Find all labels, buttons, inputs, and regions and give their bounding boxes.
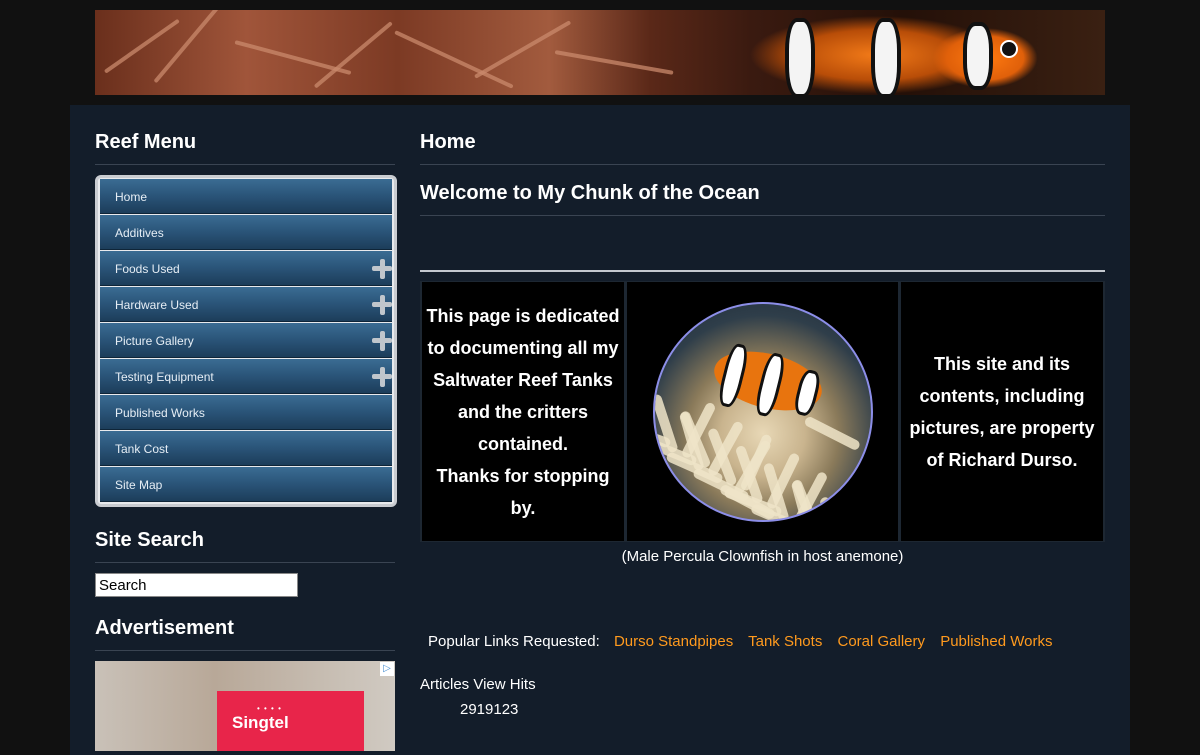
clownfish-photo xyxy=(652,301,873,522)
menu-item-home[interactable]: Home xyxy=(100,179,392,214)
intro-text: This page is dedicated to documenting al… xyxy=(426,305,620,454)
menu-item-label: Hardware Used xyxy=(115,298,199,312)
popular-links-label: Popular Links Requested: xyxy=(428,633,600,650)
image-caption: (Male Percula Clownfish in host anemone) xyxy=(621,548,904,565)
advertisement-title: Advertisement xyxy=(95,597,395,651)
divider xyxy=(420,270,1105,272)
menu-item-label: Additives xyxy=(115,226,164,240)
menu-item-label: Testing Equipment xyxy=(115,370,214,384)
thanks-text: Thanks for stopping by. xyxy=(436,465,610,518)
copyright-text-cell: This site and its contents, including pi… xyxy=(901,282,1103,541)
menu-item-additives[interactable]: Additives xyxy=(100,215,392,250)
ad-brand-logo: Singtel xyxy=(232,713,289,732)
link-published-works[interactable]: Published Works xyxy=(940,633,1052,650)
menu-item-label: Home xyxy=(115,190,148,204)
hits-label: Articles View Hits xyxy=(420,676,536,693)
clownfish-icon xyxy=(707,340,828,421)
popular-links: Popular Links Requested: Durso Standpipe… xyxy=(420,633,1105,650)
article-title: Welcome to My Chunk of the Ocean xyxy=(420,165,1105,216)
main-content: Home Welcome to My Chunk of the Ocean Th… xyxy=(420,105,1105,718)
ad-card[interactable]: • • • • Singtel xyxy=(217,691,364,751)
expand-plus-icon[interactable] xyxy=(372,259,392,279)
fish-image-cell xyxy=(627,282,898,541)
feature-table: This page is dedicated to documenting al… xyxy=(420,281,1105,542)
adchoices-icon[interactable]: ▷ xyxy=(380,662,394,676)
expand-plus-icon[interactable] xyxy=(372,331,392,351)
search-input[interactable] xyxy=(95,573,298,597)
menu-item-picture-gallery[interactable]: Picture Gallery xyxy=(100,323,392,358)
menu-item-label: Picture Gallery xyxy=(115,334,194,348)
menu-item-label: Site Map xyxy=(115,478,163,492)
hits-counter: 2919123 xyxy=(460,701,519,718)
ad-logo-dots: • • • • xyxy=(257,704,282,713)
link-tank-shots[interactable]: Tank Shots xyxy=(748,633,822,650)
menu-item-label: Foods Used xyxy=(115,262,180,276)
menu-item-foods-used[interactable]: Foods Used xyxy=(100,251,392,286)
link-coral-gallery[interactable]: Coral Gallery xyxy=(838,633,926,650)
menu-item-published-works[interactable]: Published Works xyxy=(100,395,392,430)
menu-title: Reef Menu xyxy=(95,105,395,165)
intro-text-cell: This page is dedicated to documenting al… xyxy=(422,282,624,541)
menu-item-tank-cost[interactable]: Tank Cost xyxy=(100,431,392,466)
menu-item-label: Tank Cost xyxy=(115,442,169,456)
header-banner-image xyxy=(95,10,1105,95)
copyright-text: This site and its contents, including pi… xyxy=(909,353,1095,470)
page-title: Home xyxy=(420,105,1105,165)
expand-plus-icon[interactable] xyxy=(372,295,392,315)
menu-item-hardware-used[interactable]: Hardware Used xyxy=(100,287,392,322)
menu-item-site-map[interactable]: Site Map xyxy=(100,467,392,502)
reef-menu: Home Additives Foods Used Hardware Used Pict… xyxy=(95,175,397,507)
search-title: Site Search xyxy=(95,507,395,563)
fish-eye xyxy=(1000,40,1018,58)
menu-item-label: Published Works xyxy=(115,406,205,420)
anemone-tentacle xyxy=(802,414,861,451)
expand-plus-icon[interactable] xyxy=(372,367,392,387)
advertisement-banner[interactable]: • • • • Singtel ▷ xyxy=(95,661,395,751)
content-panel: Reef Menu Home Additives Foods Used Hardwar… xyxy=(70,105,1130,755)
menu-item-testing-equipment[interactable]: Testing Equipment xyxy=(100,359,392,394)
link-durso-standpipes[interactable]: Durso Standpipes xyxy=(614,633,733,650)
sidebar: Reef Menu Home Additives Foods Used Hardwar… xyxy=(95,105,397,751)
anemone-tentacle xyxy=(849,502,871,520)
